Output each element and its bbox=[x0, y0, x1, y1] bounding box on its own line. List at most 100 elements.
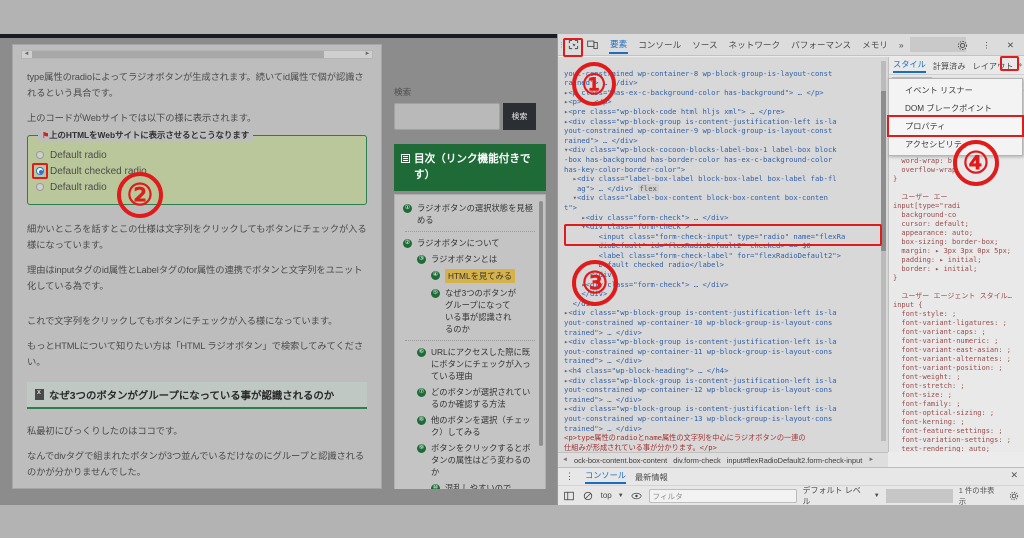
dom-line[interactable]: ▸<div class="form-check"> … </div> bbox=[564, 213, 876, 223]
dom-line[interactable]: ▸<div class="wp-block-group is-content-j… bbox=[564, 117, 876, 127]
tab-whats-new[interactable]: 最新情報 bbox=[635, 471, 668, 483]
tab-performance[interactable]: パフォーマンス bbox=[790, 37, 852, 53]
toc-entry[interactable]: ⑥ URLにアクセスした際に既にボタンにチェックが入っている理由 bbox=[417, 346, 535, 382]
toc-entry-label[interactable]: ラジオボタンとは bbox=[431, 253, 497, 265]
breadcrumb-item[interactable]: div.form-check bbox=[673, 456, 721, 465]
menu-item-properties[interactable]: プロパティ bbox=[887, 115, 1024, 137]
dom-line[interactable]: t"> bbox=[564, 203, 876, 213]
dom-line-text[interactable]: <div class="wp-block-group is-content-ju… bbox=[568, 117, 836, 126]
scroll-right-arrow[interactable]: ► bbox=[363, 51, 372, 58]
flex-badge[interactable]: flex bbox=[637, 183, 659, 193]
dom-line[interactable]: trained"> … </div> bbox=[564, 328, 876, 338]
toc-entry-label[interactable]: ラジオボタンについて bbox=[417, 237, 500, 249]
dom-line[interactable]: 仕組みが形成されている事が分かります。</p> bbox=[564, 443, 876, 452]
chevron-down-icon[interactable]: ▼ bbox=[618, 493, 624, 499]
radio-input-3[interactable] bbox=[36, 183, 44, 191]
dom-line[interactable]: rained"> … </div> bbox=[564, 136, 876, 146]
dom-line[interactable]: dioDefault" id="flexRadioDefault2" check… bbox=[564, 241, 876, 251]
radio-label-1[interactable]: Default radio bbox=[50, 150, 107, 161]
dom-line[interactable]: </div> bbox=[564, 299, 876, 309]
dom-line[interactable]: yout-constrained wp-container-13 wp-bloc… bbox=[564, 414, 876, 424]
radio-row-2[interactable]: Default checked radio bbox=[32, 163, 358, 179]
tab-computed[interactable]: 計算済み bbox=[933, 60, 966, 72]
console-filter-input[interactable]: フィルタ bbox=[648, 488, 797, 503]
dom-line-text[interactable]: <div class="wp-block-group is-content-ju… bbox=[568, 337, 836, 346]
toc-entry[interactable]: ② ラジオボタンについて bbox=[403, 237, 535, 249]
dom-tree-pane[interactable]: yout-constrained wp-container-8 wp-block… bbox=[558, 57, 888, 452]
dom-line[interactable]: <p>type属性のradioとname属性の文字列を中心にラジオボタンの一連の bbox=[564, 433, 876, 443]
console-context-selector[interactable]: top bbox=[601, 491, 612, 500]
dom-line[interactable]: ▸<div class="wp-block-group is-content-j… bbox=[564, 337, 876, 347]
dom-line[interactable]: ▸<div class="label-box-label block-box-l… bbox=[564, 174, 876, 184]
toc-entry[interactable]: ④ HTMLを見てみる bbox=[431, 269, 535, 283]
dom-line-text[interactable]: <div class="wp-block-group is-content-ju… bbox=[568, 308, 836, 317]
dom-line[interactable]: trained"> … </div> bbox=[564, 395, 876, 405]
toc-entry-label[interactable]: どのボタンが選択されているのか確認する方法 bbox=[431, 386, 531, 410]
toc-entry-label[interactable]: 混乱しやすいので一旦整理します bbox=[445, 482, 519, 489]
chevron-down-icon[interactable]: ▼ bbox=[874, 493, 880, 499]
inspect-element-icon[interactable] bbox=[564, 36, 583, 54]
close-icon[interactable]: ✕ bbox=[1001, 36, 1020, 54]
menu-item-event-listeners[interactable]: イベント リスナー bbox=[889, 81, 1022, 99]
dom-line-text[interactable]: <div class="wp-block-group is-content-ju… bbox=[568, 404, 836, 413]
dom-line-text[interactable]: <pre class="wp-block-code html hljs xml"… bbox=[568, 107, 784, 116]
console-level-selector[interactable]: デフォルト レベル bbox=[803, 485, 868, 506]
dom-line[interactable]: yout-constrained wp-container-9 wp-block… bbox=[564, 126, 876, 136]
dom-line[interactable]: has-key-color-border-color"> bbox=[564, 165, 876, 175]
dom-line[interactable]: yout-constrained wp-container-10 wp-bloc… bbox=[564, 318, 876, 328]
tab-console-drawer[interactable]: コンソール bbox=[585, 469, 626, 484]
dom-line[interactable]: ▸<pre class="wp-block-code html hljs xml… bbox=[564, 107, 876, 117]
tab-elements[interactable]: 要素 bbox=[609, 36, 629, 54]
dom-line[interactable]: trained"> … </div> bbox=[564, 356, 876, 366]
dom-line-text[interactable]: <input class="form-check-input" type="ra… bbox=[599, 232, 846, 241]
radio-row-1[interactable]: Default radio bbox=[36, 147, 358, 163]
gear-icon[interactable] bbox=[1007, 489, 1020, 502]
radio-input-1[interactable] bbox=[36, 151, 44, 159]
toc-entry[interactable]: ⑤ なぜ3つのボタンがグループになっている事が認識されるのか bbox=[431, 287, 535, 335]
dom-tree-scrollbar[interactable] bbox=[881, 61, 886, 441]
tabs-overflow-icon[interactable]: » bbox=[898, 38, 905, 52]
scroll-track[interactable] bbox=[326, 51, 362, 58]
tab-network[interactable]: ネットワーク bbox=[728, 37, 782, 53]
styles-overflow-icon[interactable]: » bbox=[1018, 60, 1022, 69]
close-icon[interactable]: ✕ bbox=[1010, 470, 1018, 481]
dom-line[interactable]: <label class="form-check-label" for="fle… bbox=[564, 251, 876, 261]
toc-entry[interactable]: ⑨ ボタンをクリックするとボタンの属性はどう変わるのか bbox=[417, 442, 535, 478]
toc-scrollbar[interactable] bbox=[539, 201, 543, 446]
dom-line-text[interactable]: <label class="form-check-label" for="fle… bbox=[599, 251, 841, 260]
toc-entry-label[interactable]: URLにアクセスした際に既にボタンにチェックが入っている理由 bbox=[431, 346, 531, 382]
dom-line-text[interactable]: ag"> … </div> bbox=[577, 184, 633, 193]
toc-entry[interactable]: ⑦ どのボタンが選択されているのか確認する方法 bbox=[417, 386, 535, 410]
dom-line[interactable]: ▸<div class="wp-block-group is-content-j… bbox=[564, 404, 876, 414]
dom-line[interactable]: ▾<div class="label-box-content block-box… bbox=[564, 193, 876, 203]
toc-entry-label[interactable]: ラジオボタンの選択状態を見極める bbox=[417, 202, 535, 226]
tab-console[interactable]: コンソール bbox=[637, 37, 682, 53]
tab-memory[interactable]: メモリ bbox=[861, 37, 889, 53]
breadcrumb-item[interactable]: ock-box-content.box-content bbox=[574, 456, 667, 465]
radio-label-3[interactable]: Default radio bbox=[50, 182, 107, 193]
dom-line-selected-input[interactable]: <input class="form-check-input" type="ra… bbox=[564, 232, 876, 242]
toc-entry-label[interactable]: ボタンをクリックするとボタンの属性はどう変わるのか bbox=[431, 442, 531, 478]
dom-line-text[interactable]: Default checked radio</label> bbox=[599, 260, 725, 269]
search-input[interactable] bbox=[394, 103, 500, 130]
dom-line[interactable]: ag"> … </div> flex bbox=[564, 183, 876, 194]
panel-overflow-menu[interactable]: イベント リスナー DOM ブレークポイント プロパティ アクセシビリティ bbox=[887, 78, 1024, 156]
dom-line-text[interactable]: <div class="form-check"> … </div> bbox=[586, 213, 729, 222]
toc-entry-label[interactable]: 他のボタンを選択（チェック）してみる bbox=[431, 414, 531, 438]
dom-line-text[interactable]: dioDefault" id="flexRadioDefault2" check… bbox=[599, 241, 811, 250]
dom-line-text[interactable]: <div class="wp-block-group is-content-ju… bbox=[568, 376, 836, 385]
tab-styles[interactable]: スタイル bbox=[893, 58, 926, 73]
more-vertical-icon[interactable]: ⋮ bbox=[977, 36, 996, 54]
dom-line[interactable]: ▾<div class="wp-block-cocoon-blocks-labe… bbox=[564, 145, 876, 155]
dom-line[interactable]: ▸<div class="wp-block-group is-content-j… bbox=[564, 376, 876, 386]
dom-line[interactable]: ▸<div class="wp-block-group is-content-j… bbox=[564, 308, 876, 318]
toc-entry[interactable]: ① ラジオボタンの選択状態を見極める bbox=[403, 202, 535, 226]
dom-line[interactable]: ▸<h4 class="wp-block-heading"> … </h4> bbox=[564, 366, 876, 376]
toc-entry-label[interactable]: HTMLを見てみる bbox=[445, 269, 516, 283]
dom-line[interactable]: yout-constrained wp-container-11 wp-bloc… bbox=[564, 347, 876, 357]
menu-item-dom-breakpoints[interactable]: DOM ブレークポイント bbox=[889, 99, 1022, 117]
dom-line[interactable]: -box has-background has-border-color has… bbox=[564, 155, 876, 165]
toc-entry-label[interactable]: なぜ3つのボタンがグループになっている事が認識されるのか bbox=[445, 287, 517, 335]
more-vertical-icon[interactable]: ⋮ bbox=[563, 470, 576, 483]
tab-layout[interactable]: レイアウト bbox=[973, 60, 1014, 72]
